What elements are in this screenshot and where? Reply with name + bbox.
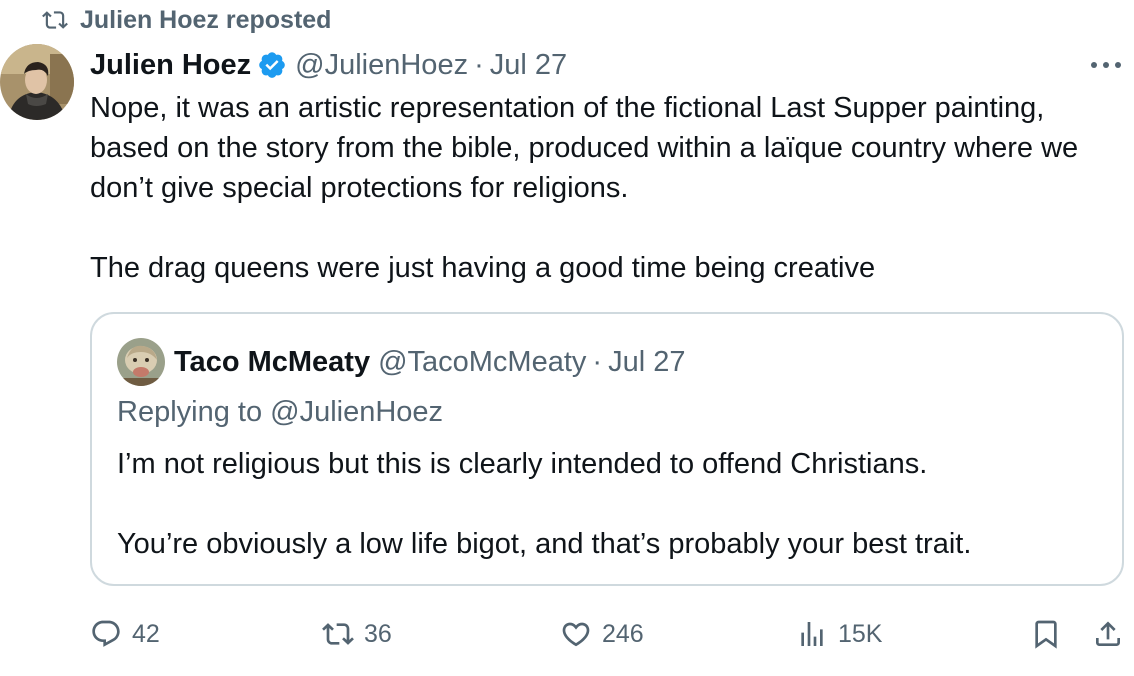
quoted-post[interactable]: Taco McMeaty @TacoMcMeaty · Jul 27 Reply…: [90, 312, 1124, 586]
bookmark-icon[interactable]: [1030, 618, 1062, 650]
views-button[interactable]: 15K: [796, 612, 882, 656]
repost-count: 36: [364, 619, 392, 648]
separator: ·: [592, 345, 603, 378]
author-handle[interactable]: @JulienHoez: [295, 49, 468, 82]
author-avatar[interactable]: [0, 44, 74, 120]
views-count: 15K: [838, 619, 883, 648]
separator: ·: [474, 48, 484, 81]
post-paragraph: The drag queens were just having a good …: [90, 252, 876, 284]
reply-count: 42: [132, 619, 160, 648]
share-icon[interactable]: [1092, 618, 1124, 650]
quoted-paragraph: You’re obviously a low life bigot, and t…: [117, 528, 972, 560]
quoted-author-avatar[interactable]: [117, 338, 165, 386]
more-icon[interactable]: [1086, 52, 1126, 78]
like-icon: [562, 622, 590, 647]
replying-to: Replying to @JulienHoez: [117, 396, 444, 428]
repost-icon: [322, 623, 354, 645]
like-button[interactable]: 246: [560, 612, 644, 656]
quoted-author-name[interactable]: Taco McMeaty: [174, 346, 370, 379]
post-paragraph: Nope, it was an artistic representation …: [90, 92, 1079, 204]
quoted-paragraph: I’m not religious but this is clearly in…: [117, 448, 928, 480]
post-date[interactable]: Jul 27: [490, 49, 567, 82]
verified-badge-icon[interactable]: [257, 50, 287, 80]
quoted-date[interactable]: Jul 27: [608, 346, 685, 379]
views-icon: [801, 622, 823, 646]
quoted-header: Taco McMeaty @TacoMcMeaty · Jul 27: [174, 342, 685, 382]
action-bar: 42 36 246 15K: [0, 612, 1134, 656]
author-name[interactable]: Julien Hoez: [90, 49, 251, 82]
repost-button[interactable]: 36: [322, 612, 392, 656]
quoted-author-handle[interactable]: @TacoMcMeaty: [378, 346, 586, 379]
like-count: 246: [602, 619, 644, 648]
quoted-text: I’m not religious but this is clearly in…: [117, 444, 1107, 564]
post-text: Nope, it was an artistic representation …: [90, 88, 1130, 288]
repost-banner-text: Julien Hoez reposted: [80, 5, 332, 34]
post-header: Julien Hoez @JulienHoez · Jul 27: [90, 46, 567, 84]
repost-icon: [42, 11, 68, 29]
reply-button[interactable]: 42: [90, 612, 160, 656]
repost-banner[interactable]: Julien Hoez reposted: [42, 4, 331, 36]
reply-icon: [92, 620, 120, 647]
